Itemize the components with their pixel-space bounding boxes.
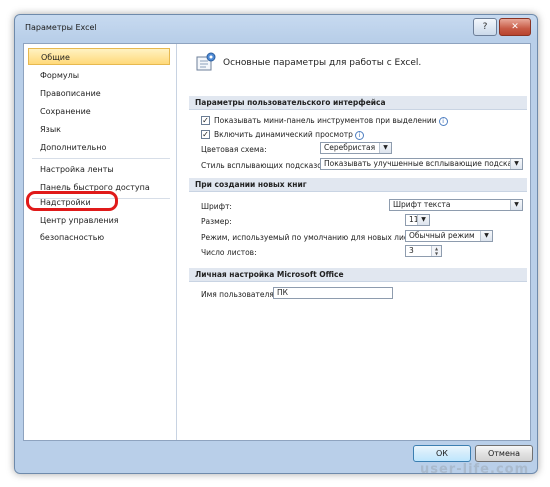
tooltip-style-select[interactable]: Показывать улучшенные всплывающие подска… [320, 158, 523, 170]
chevron-down-icon: ▼ [510, 159, 522, 169]
tooltip-style-value: Показывать улучшенные всплывающие подска… [324, 159, 523, 168]
font-value: Шрифт текста [393, 200, 451, 209]
minibar-checkbox[interactable]: ✓ [201, 116, 210, 125]
spin-down-icon[interactable]: ▼ [431, 251, 441, 256]
username-value: ПК [277, 288, 288, 297]
info-icon: i [354, 130, 364, 140]
help-button[interactable]: ? [473, 18, 497, 36]
color-scheme-select[interactable]: Серебристая ▼ [320, 142, 392, 154]
minibar-label: Показывать мини-панель инструментов при … [214, 116, 437, 125]
chevron-down-icon: ▼ [510, 200, 522, 210]
window-title: Параметры Excel [25, 23, 97, 32]
sidebar: Общие Формулы Правописание Сохранение Яз… [24, 44, 177, 440]
close-button[interactable]: ✕ [499, 18, 531, 36]
minibar-option: Показывать мини-панель инструментов при … [214, 116, 448, 126]
new-workbook-section-header: При создании новых книг [189, 178, 527, 192]
ok-button[interactable]: ОК [413, 445, 471, 462]
personalize-section-header: Личная настройка Microsoft Office [189, 268, 527, 282]
sidebar-item-save[interactable]: Сохранение [28, 103, 170, 120]
size-label: Размер: [201, 217, 232, 226]
username-field[interactable]: ПК [273, 287, 393, 299]
options-icon [196, 52, 216, 71]
general-options-panel: Основные параметры для работы с Excel. П… [177, 44, 530, 440]
info-icon: i [438, 116, 448, 126]
sidebar-item-formulas[interactable]: Формулы [28, 67, 170, 84]
default-view-label: Режим, используемый по умолчанию для нов… [201, 233, 424, 242]
sidebar-item-advanced[interactable]: Дополнительно [28, 139, 170, 156]
sidebar-item-language[interactable]: Язык [28, 121, 170, 138]
live-preview-checkbox[interactable]: ✓ [201, 130, 210, 139]
color-scheme-label: Цветовая схема: [201, 145, 267, 154]
chevron-down-icon: ▼ [480, 231, 492, 241]
sidebar-item-general[interactable]: Общие [28, 48, 170, 65]
size-select[interactable]: 11 ▼ [405, 214, 430, 226]
page-title: Основные параметры для работы с Excel. [223, 58, 422, 68]
title-bar: Параметры Excel ? ✕ [15, 15, 537, 41]
font-select[interactable]: Шрифт текста ▼ [389, 199, 523, 211]
sheets-count-label: Число листов: [201, 248, 257, 257]
default-view-select[interactable]: Обычный режим ▼ [405, 230, 493, 242]
live-preview-label: Включить динамический просмотр [214, 130, 353, 139]
live-preview-option: Включить динамический просмотр i [214, 130, 364, 140]
sheets-count-stepper[interactable]: 3 ▲ ▼ [405, 245, 442, 257]
addins-highlight-annotation [26, 191, 118, 211]
sidebar-divider [32, 158, 170, 159]
dialog-content: Общие Формулы Правописание Сохранение Яз… [23, 43, 531, 441]
chevron-down-icon: ▼ [379, 143, 391, 153]
chevron-down-icon: ▼ [417, 215, 429, 225]
watermark: user-life.com [420, 462, 530, 477]
default-view-value: Обычный режим [409, 231, 475, 240]
sidebar-item-customize-ribbon[interactable]: Настройка ленты [28, 161, 170, 178]
excel-options-dialog: Параметры Excel ? ✕ Общие Формулы Правоп… [14, 14, 538, 474]
font-label: Шрифт: [201, 202, 232, 211]
sidebar-item-trust-center[interactable]: Центр управления безопасностью [28, 212, 170, 242]
username-label: Имя пользователя: [201, 290, 277, 299]
tooltip-style-label: Стиль всплывающих подсказок: [201, 161, 329, 170]
cancel-button[interactable]: Отмена [475, 445, 533, 462]
sheets-count-value: 3 [409, 246, 414, 255]
color-scheme-value: Серебристая [324, 143, 376, 152]
sidebar-item-proofing[interactable]: Правописание [28, 85, 170, 102]
ui-options-section-header: Параметры пользовательского интерфейса [189, 96, 527, 110]
